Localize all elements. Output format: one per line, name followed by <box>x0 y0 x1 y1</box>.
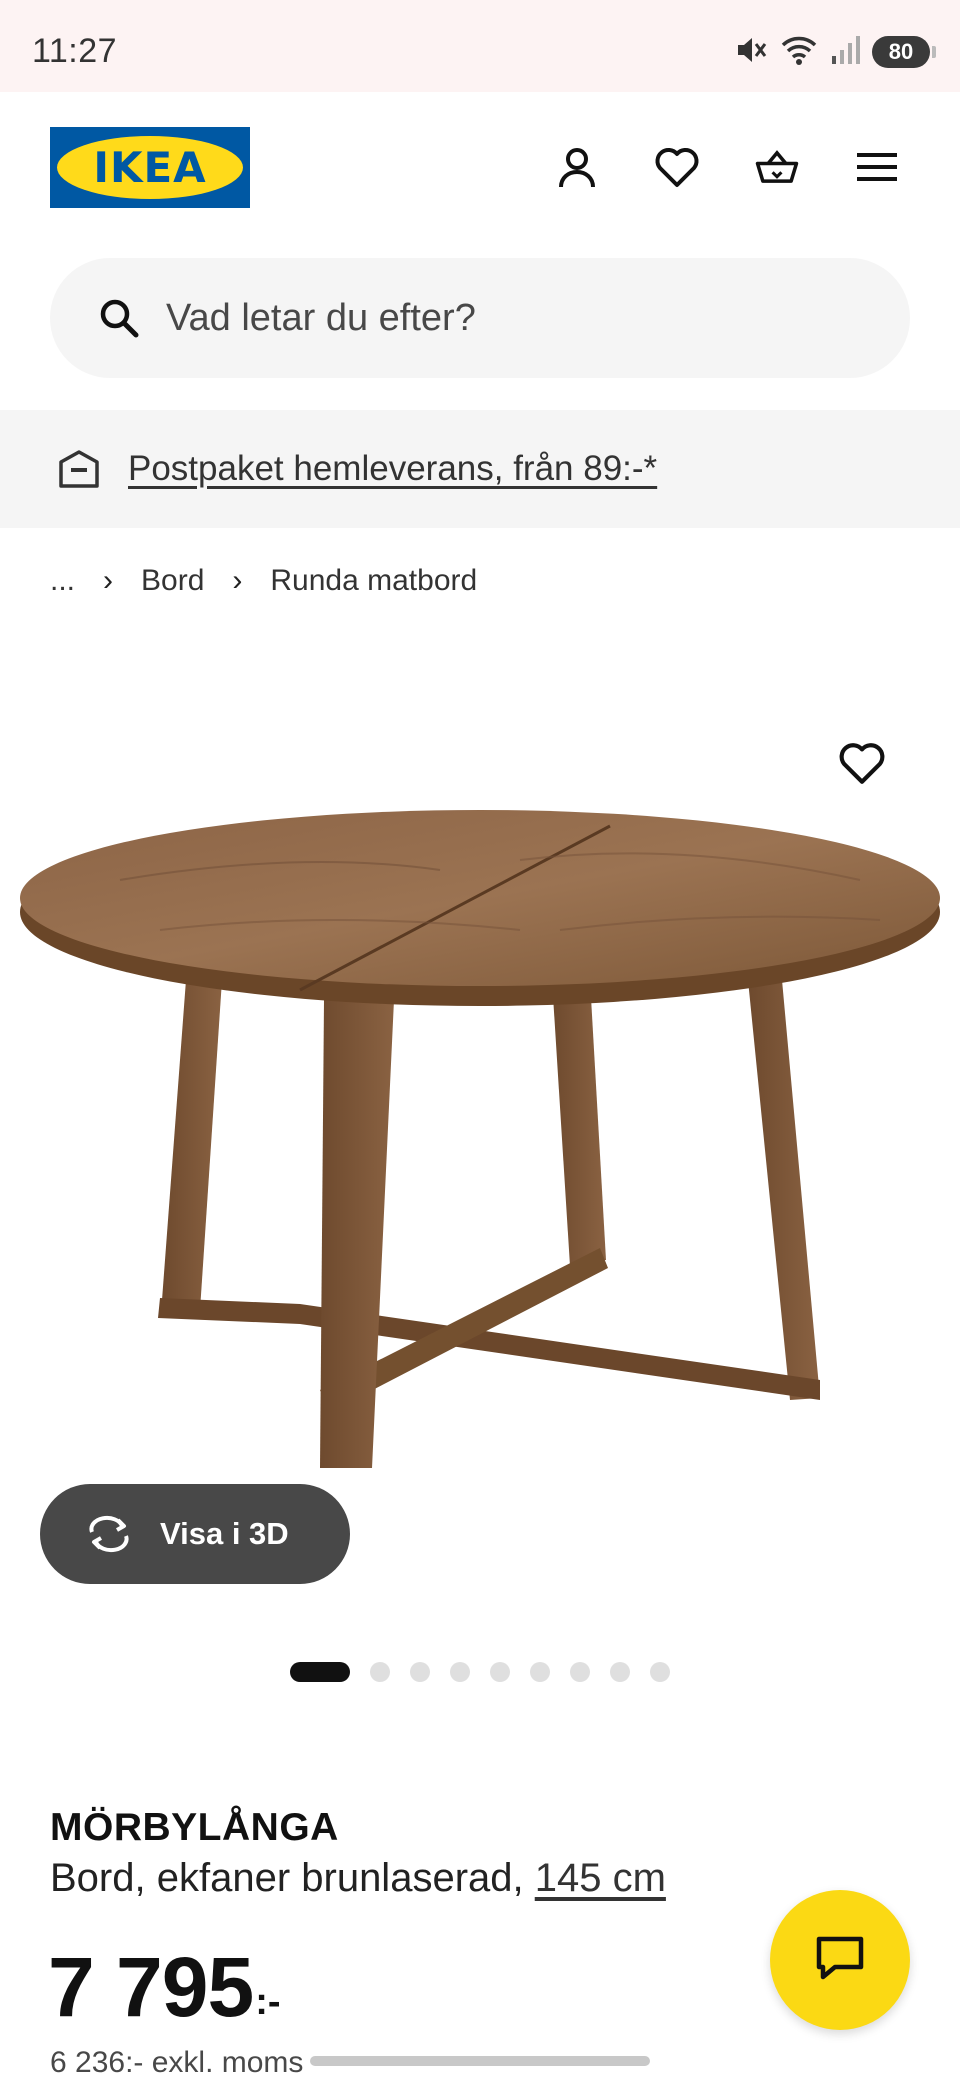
carousel-dot[interactable] <box>450 1662 470 1682</box>
wifi-icon <box>780 33 818 72</box>
delivery-promo-link[interactable]: Postpaket hemleverans, från 89:-* <box>128 449 657 489</box>
search-input[interactable]: Vad letar du efter? <box>50 258 910 378</box>
carousel-dot[interactable] <box>490 1662 510 1682</box>
carousel-dot[interactable] <box>290 1662 350 1682</box>
home-indicator[interactable] <box>310 2056 650 2066</box>
product-name: MÖRBYLÅNGA <box>50 1806 339 1849</box>
delivery-promo-banner[interactable]: Postpaket hemleverans, från 89:-* <box>0 410 960 528</box>
product-description: Bord, ekfaner brunlaserad, 145 cm <box>50 1856 666 1901</box>
price-suffix: :- <box>255 1981 281 2023</box>
header-icons <box>554 144 900 190</box>
product-image[interactable] <box>0 700 960 1520</box>
chat-button[interactable] <box>770 1890 910 2030</box>
product-size-link[interactable]: 145 cm <box>535 1856 666 1900</box>
product-description-text: Bord, ekfaner brunlaserad, <box>50 1856 535 1900</box>
chevron-right-icon: › <box>103 564 114 597</box>
status-bar: 11:27 80 <box>0 0 960 92</box>
profile-icon[interactable] <box>554 144 600 190</box>
search-icon <box>96 295 142 341</box>
view-3d-label: Visa i 3D <box>160 1516 289 1551</box>
breadcrumb: ... › Bord › Runda matbord <box>50 564 477 598</box>
status-icons: 80 <box>734 33 936 72</box>
menu-icon[interactable] <box>854 144 900 190</box>
carousel-dot[interactable] <box>530 1662 550 1682</box>
image-carousel-dots <box>290 1662 670 1682</box>
price-excl-vat: 6 236:- exkl. moms <box>50 2046 304 2079</box>
breadcrumb-item-ellipsis[interactable]: ... <box>50 564 75 598</box>
ikea-logo[interactable]: IKEA <box>50 127 250 208</box>
search-placeholder: Vad letar du efter? <box>166 296 476 339</box>
signal-icon <box>830 34 860 71</box>
carousel-dot[interactable] <box>410 1662 430 1682</box>
product-price: 7 795 :- <box>48 1942 281 2032</box>
mute-icon <box>734 33 768 72</box>
rotate-3d-icon <box>84 1514 134 1554</box>
carousel-dot[interactable] <box>650 1662 670 1682</box>
breadcrumb-item-runda-matbord[interactable]: Runda matbord <box>270 564 477 598</box>
logo-text: IKEA <box>93 143 207 192</box>
chat-icon <box>813 1933 867 1988</box>
favorites-icon[interactable] <box>654 144 700 190</box>
header: IKEA <box>0 92 960 242</box>
carousel-dot[interactable] <box>570 1662 590 1682</box>
chevron-right-icon: › <box>232 564 243 597</box>
carousel-dot[interactable] <box>370 1662 390 1682</box>
battery-icon: 80 <box>872 36 936 68</box>
breadcrumb-item-bord[interactable]: Bord <box>141 564 204 598</box>
status-time: 11:27 <box>32 32 118 70</box>
carousel-dot[interactable] <box>610 1662 630 1682</box>
add-to-favorites-icon[interactable] <box>838 740 886 788</box>
basket-icon[interactable] <box>754 144 800 190</box>
delivery-box-icon <box>56 446 102 492</box>
price-value: 7 795 <box>48 1940 254 2034</box>
view-3d-button[interactable]: Visa i 3D <box>40 1484 350 1584</box>
